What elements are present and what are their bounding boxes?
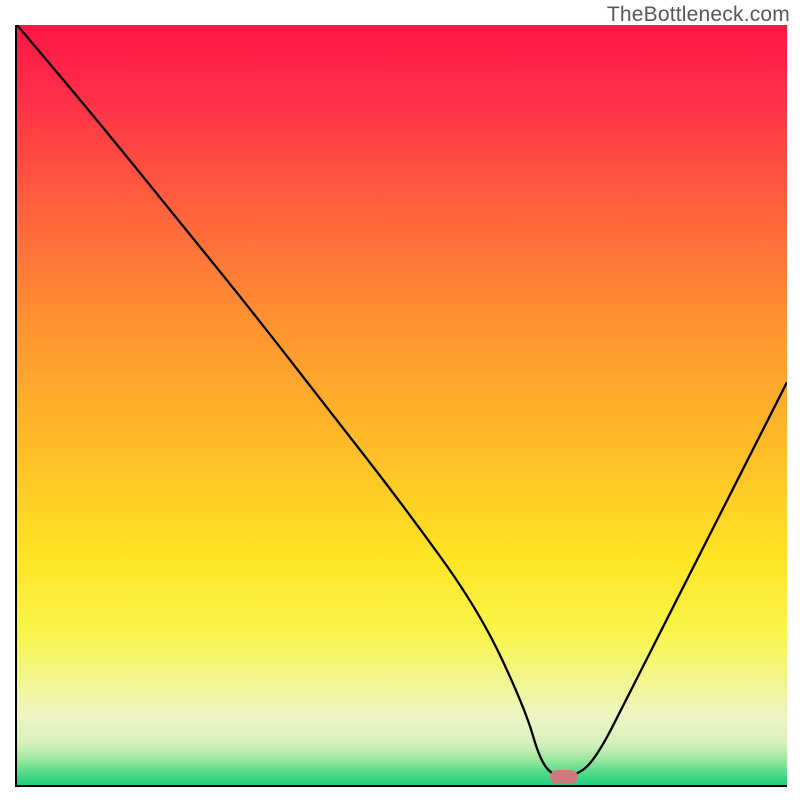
chart-container: TheBottleneck.com	[0, 0, 800, 800]
plot-area	[15, 25, 787, 787]
bottleneck-curve	[17, 25, 787, 785]
optimal-point-marker	[550, 770, 578, 784]
watermark-text: TheBottleneck.com	[607, 3, 790, 27]
